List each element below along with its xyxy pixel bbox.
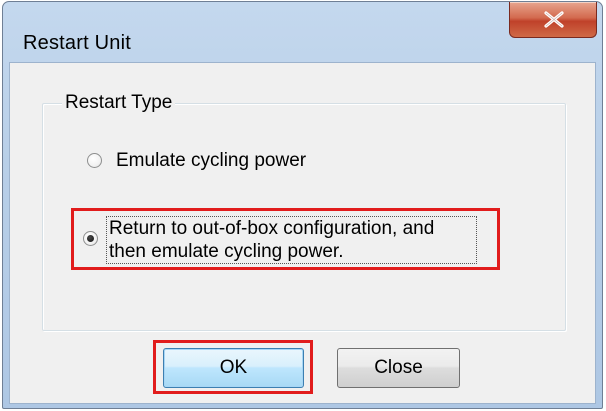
window-title: Restart Unit <box>23 32 131 54</box>
title-bar[interactable]: Restart Unit <box>3 2 602 60</box>
option-emulate-label: Emulate cycling power <box>116 150 307 171</box>
highlight-box-option <box>71 208 500 270</box>
groupbox-label: Restart Type <box>62 92 176 114</box>
radio-button-emulate[interactable] <box>87 153 102 168</box>
close-button[interactable]: Close <box>337 348 460 388</box>
dialog-client-area: Restart Type Emulate cycling power Retur… <box>9 62 596 404</box>
close-x-icon <box>544 11 564 28</box>
window-close-button[interactable] <box>509 2 597 38</box>
highlight-box-ok <box>153 340 313 394</box>
option-emulate-cycling-power[interactable]: Emulate cycling power <box>87 149 306 172</box>
dialog-window: Restart Unit Restart Type Emulate cyclin… <box>2 1 603 409</box>
